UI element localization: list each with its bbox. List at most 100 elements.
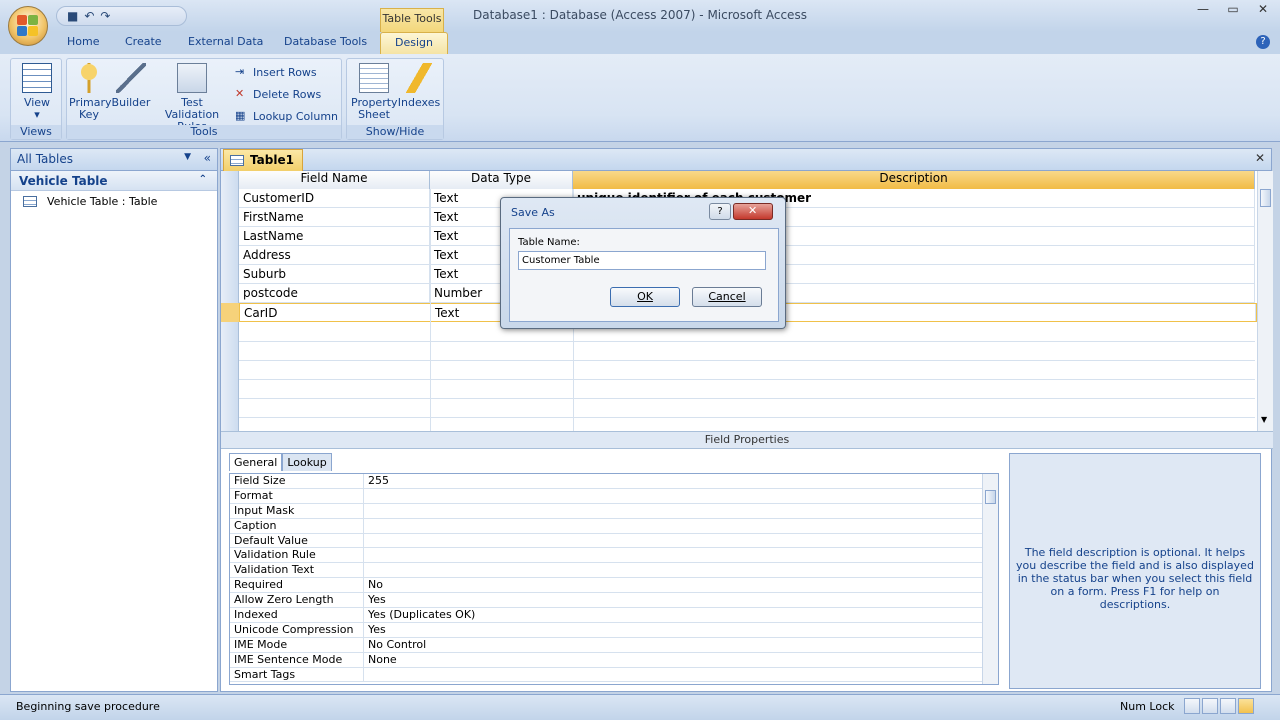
maximize-button[interactable]: ▭ — [1218, 0, 1248, 20]
tab-table1[interactable]: Table1 — [223, 149, 303, 171]
builder-button[interactable]: Builder — [111, 63, 151, 109]
field-description-hint: The field description is optional. It he… — [1009, 453, 1261, 689]
nav-item-vehicle-table[interactable]: Vehicle Table : Table — [11, 191, 217, 211]
property-value[interactable]: None — [364, 653, 998, 667]
property-value[interactable]: Yes — [364, 623, 998, 637]
field-properties-tabs: General Lookup — [229, 453, 332, 471]
field-name-cell[interactable]: Address — [239, 246, 430, 264]
pivot-chart-view-button[interactable] — [1220, 698, 1236, 714]
minimize-button[interactable]: — — [1188, 0, 1218, 20]
close-document-icon[interactable]: ✕ — [1255, 151, 1265, 165]
key-icon — [74, 63, 104, 93]
tools-group: Primary Key Builder Test Validation Rule… — [66, 58, 342, 140]
tab-lookup[interactable]: Lookup — [282, 453, 332, 471]
property-value[interactable]: Yes — [364, 593, 998, 607]
nav-header-label: All Tables — [17, 152, 73, 166]
property-row[interactable]: Input Mask — [230, 503, 998, 519]
empty-grid-line — [239, 341, 1255, 342]
field-name-cell[interactable]: CarID — [240, 304, 431, 321]
property-sheet-button[interactable]: Property Sheet — [351, 63, 398, 121]
property-value[interactable]: No — [364, 578, 998, 592]
tab-external-data[interactable]: External Data — [188, 35, 263, 48]
property-value[interactable]: 255 — [364, 474, 998, 488]
cancel-button[interactable]: Cancel — [692, 287, 762, 307]
property-row[interactable]: Indexed Yes (Duplicates OK) — [230, 608, 998, 623]
property-value[interactable] — [364, 548, 998, 562]
property-row[interactable]: IME Mode No Control — [230, 637, 998, 653]
nav-group-vehicle-table[interactable]: Vehicle Table ⌃ — [11, 171, 217, 191]
close-window-button[interactable]: ✕ — [1248, 0, 1278, 20]
property-row[interactable]: Format — [230, 488, 998, 504]
office-button[interactable] — [8, 6, 48, 46]
property-value[interactable] — [364, 534, 998, 548]
property-value[interactable]: No Control — [364, 638, 998, 652]
field-name-cell[interactable]: FirstName — [239, 208, 430, 226]
indexes-button[interactable]: Indexes — [397, 63, 441, 109]
property-value[interactable] — [364, 563, 998, 577]
primary-key-button[interactable]: Primary Key — [69, 63, 112, 121]
property-row[interactable]: Validation Rule — [230, 548, 998, 564]
design-view-button[interactable] — [1238, 698, 1254, 714]
tab-design[interactable]: Design — [380, 32, 448, 56]
insert-rows-label: Insert Rows — [253, 65, 317, 79]
nav-dropdown-icon[interactable]: ▼ — [184, 152, 191, 162]
current-row-indicator — [221, 303, 239, 322]
grid-scrollbar-thumb[interactable] — [1260, 189, 1271, 207]
chevron-up-icon[interactable]: ⌃ — [199, 174, 207, 185]
tab-database-tools[interactable]: Database Tools — [284, 35, 367, 48]
property-value[interactable] — [364, 668, 998, 682]
table-icon — [230, 155, 244, 166]
datasheet-view-button[interactable] — [1184, 698, 1200, 714]
column-header-field-name[interactable]: Field Name — [239, 171, 430, 189]
test-validation-rules-button[interactable]: Test Validation Rules — [153, 63, 231, 133]
nav-header[interactable]: All Tables ▼ « — [11, 149, 217, 171]
builder-wand-icon — [116, 63, 146, 93]
ribbon-tabs: Home Create External Data Database Tools… — [0, 32, 1280, 56]
insert-rows-button[interactable]: ⇥ Insert Rows — [235, 65, 317, 79]
property-row[interactable]: Smart Tags — [230, 667, 998, 683]
properties-scrollbar-thumb[interactable] — [985, 490, 996, 504]
help-icon[interactable]: ? — [1256, 35, 1270, 49]
nav-collapse-icon[interactable]: « — [204, 151, 211, 165]
field-name-cell[interactable]: LastName — [239, 227, 430, 245]
property-row[interactable]: Unicode Compression Yes — [230, 622, 998, 638]
navigation-pane: All Tables ▼ « Vehicle Table ⌃ Vehicle T… — [10, 148, 218, 692]
pivot-table-view-button[interactable] — [1202, 698, 1218, 714]
field-name-cell[interactable]: CustomerID — [239, 189, 430, 207]
tab-general[interactable]: General — [229, 453, 283, 471]
field-name-cell[interactable]: Suburb — [239, 265, 430, 283]
tab-home[interactable]: Home — [67, 35, 99, 48]
dialog-close-button[interactable] — [733, 203, 773, 220]
grid-scrollbar[interactable]: ▼ — [1257, 171, 1273, 431]
property-row[interactable]: Allow Zero Length Yes — [230, 593, 998, 609]
property-row[interactable]: Validation Text — [230, 563, 998, 579]
property-row[interactable]: Field Size 255 — [230, 474, 998, 489]
column-header-data-type[interactable]: Data Type — [430, 171, 573, 189]
tab-create[interactable]: Create — [125, 35, 162, 48]
property-row[interactable]: Caption — [230, 518, 998, 534]
dialog-title: Save As — [511, 206, 555, 219]
properties-scrollbar[interactable] — [982, 474, 998, 684]
scroll-down-icon[interactable]: ▼ — [1261, 415, 1267, 424]
ok-button[interactable]: OK — [610, 287, 680, 307]
property-row[interactable]: Default Value — [230, 533, 998, 549]
window-title: Database1 : Database (Access 2007) - Mic… — [473, 8, 807, 22]
property-value[interactable] — [364, 519, 998, 533]
delete-rows-button[interactable]: ✕ Delete Rows — [235, 87, 321, 101]
view-button[interactable]: View ▾ — [17, 63, 57, 121]
property-value[interactable]: Yes (Duplicates OK) — [364, 608, 998, 622]
status-message: Beginning save procedure — [16, 700, 160, 713]
column-header-description[interactable]: Description — [573, 171, 1255, 189]
property-row[interactable]: Required No — [230, 578, 998, 594]
property-row[interactable]: IME Sentence Mode None — [230, 652, 998, 668]
field-properties-title: Field Properties — [221, 431, 1273, 449]
table-name-input[interactable] — [518, 251, 766, 270]
field-name-cell[interactable]: postcode — [239, 284, 430, 302]
lookup-column-button[interactable]: ▦ Lookup Column — [235, 109, 338, 123]
title-bar: ■ ↶ ↷ Table Tools Database1 : Database (… — [0, 0, 1280, 32]
property-name: Field Size — [230, 474, 364, 488]
property-value[interactable] — [364, 489, 998, 503]
property-value[interactable] — [364, 504, 998, 518]
dialog-help-button[interactable]: ? — [709, 203, 731, 220]
builder-label: Builder — [111, 96, 151, 109]
